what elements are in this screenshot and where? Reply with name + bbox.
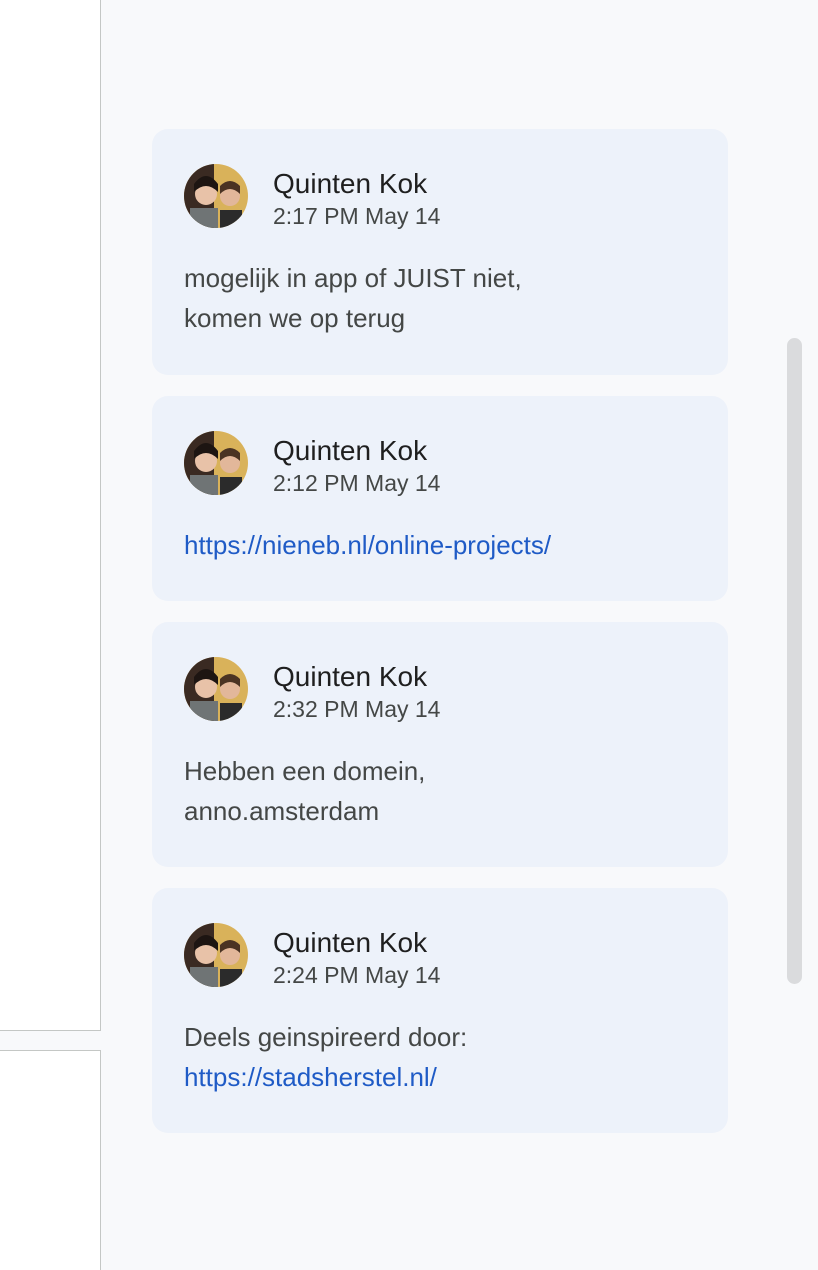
comment-body: Deels geinspireerd door: https://stadshe… [184, 1017, 696, 1097]
comment-card[interactable]: Quinten Kok 2:24 PM May 14 Deels geinspi… [152, 888, 728, 1133]
user-avatar[interactable] [184, 657, 248, 721]
user-avatar[interactable] [184, 923, 248, 987]
comment-body: mogelijk in app of JUIST niet, komen we … [184, 258, 696, 338]
comment-author: Quinten Kok [273, 168, 428, 199]
comment-timestamp: 2:12 PM May 14 [273, 470, 441, 496]
user-avatar[interactable] [184, 164, 248, 228]
comment-header: Quinten Kok 2:12 PM May 14 [184, 431, 696, 497]
avatar-photo-icon [184, 923, 248, 987]
comment-text-line: Hebben een domein, [184, 756, 426, 786]
avatar-photo-icon [184, 431, 248, 495]
comment-link[interactable]: https://nieneb.nl/online-projects/ [184, 530, 551, 560]
comment-author: Quinten Kok [273, 927, 428, 958]
comment-header: Quinten Kok 2:17 PM May 14 [184, 164, 696, 230]
comment-card[interactable]: Quinten Kok 2:17 PM May 14 mogelijk in a… [152, 129, 728, 375]
comment-timestamp: 2:17 PM May 14 [273, 203, 441, 229]
comment-timestamp: 2:24 PM May 14 [273, 962, 441, 988]
comment-header: Quinten Kok 2:32 PM May 14 [184, 657, 696, 723]
scrollbar-thumb[interactable] [787, 338, 802, 984]
comment-body: Hebben een domein, anno.amsterdam [184, 751, 696, 831]
comment-text-line: komen we op terug [184, 303, 406, 333]
comment-card[interactable]: Quinten Kok 2:12 PM May 14 https://niene… [152, 396, 728, 601]
document-page [0, 0, 101, 1031]
comment-body: https://nieneb.nl/online-projects/ [184, 525, 696, 565]
comment-author: Quinten Kok [273, 435, 428, 466]
comment-timestamp: 2:32 PM May 14 [273, 696, 441, 722]
comment-link[interactable]: https://stadsherstel.nl/ [184, 1062, 437, 1092]
comments-panel: Quinten Kok 2:17 PM May 14 mogelijk in a… [152, 129, 728, 1133]
avatar-photo-icon [184, 657, 248, 721]
comment-header: Quinten Kok 2:24 PM May 14 [184, 923, 696, 989]
user-avatar[interactable] [184, 431, 248, 495]
document-page-next [0, 1050, 101, 1270]
comment-author: Quinten Kok [273, 661, 428, 692]
comment-text-line: Deels geinspireerd door: [184, 1022, 468, 1052]
comment-text-line: anno.amsterdam [184, 796, 380, 826]
comment-text-line: mogelijk in app of JUIST niet, [184, 263, 522, 293]
comment-card[interactable]: Quinten Kok 2:32 PM May 14 Hebben een do… [152, 622, 728, 867]
avatar-photo-icon [184, 164, 248, 228]
